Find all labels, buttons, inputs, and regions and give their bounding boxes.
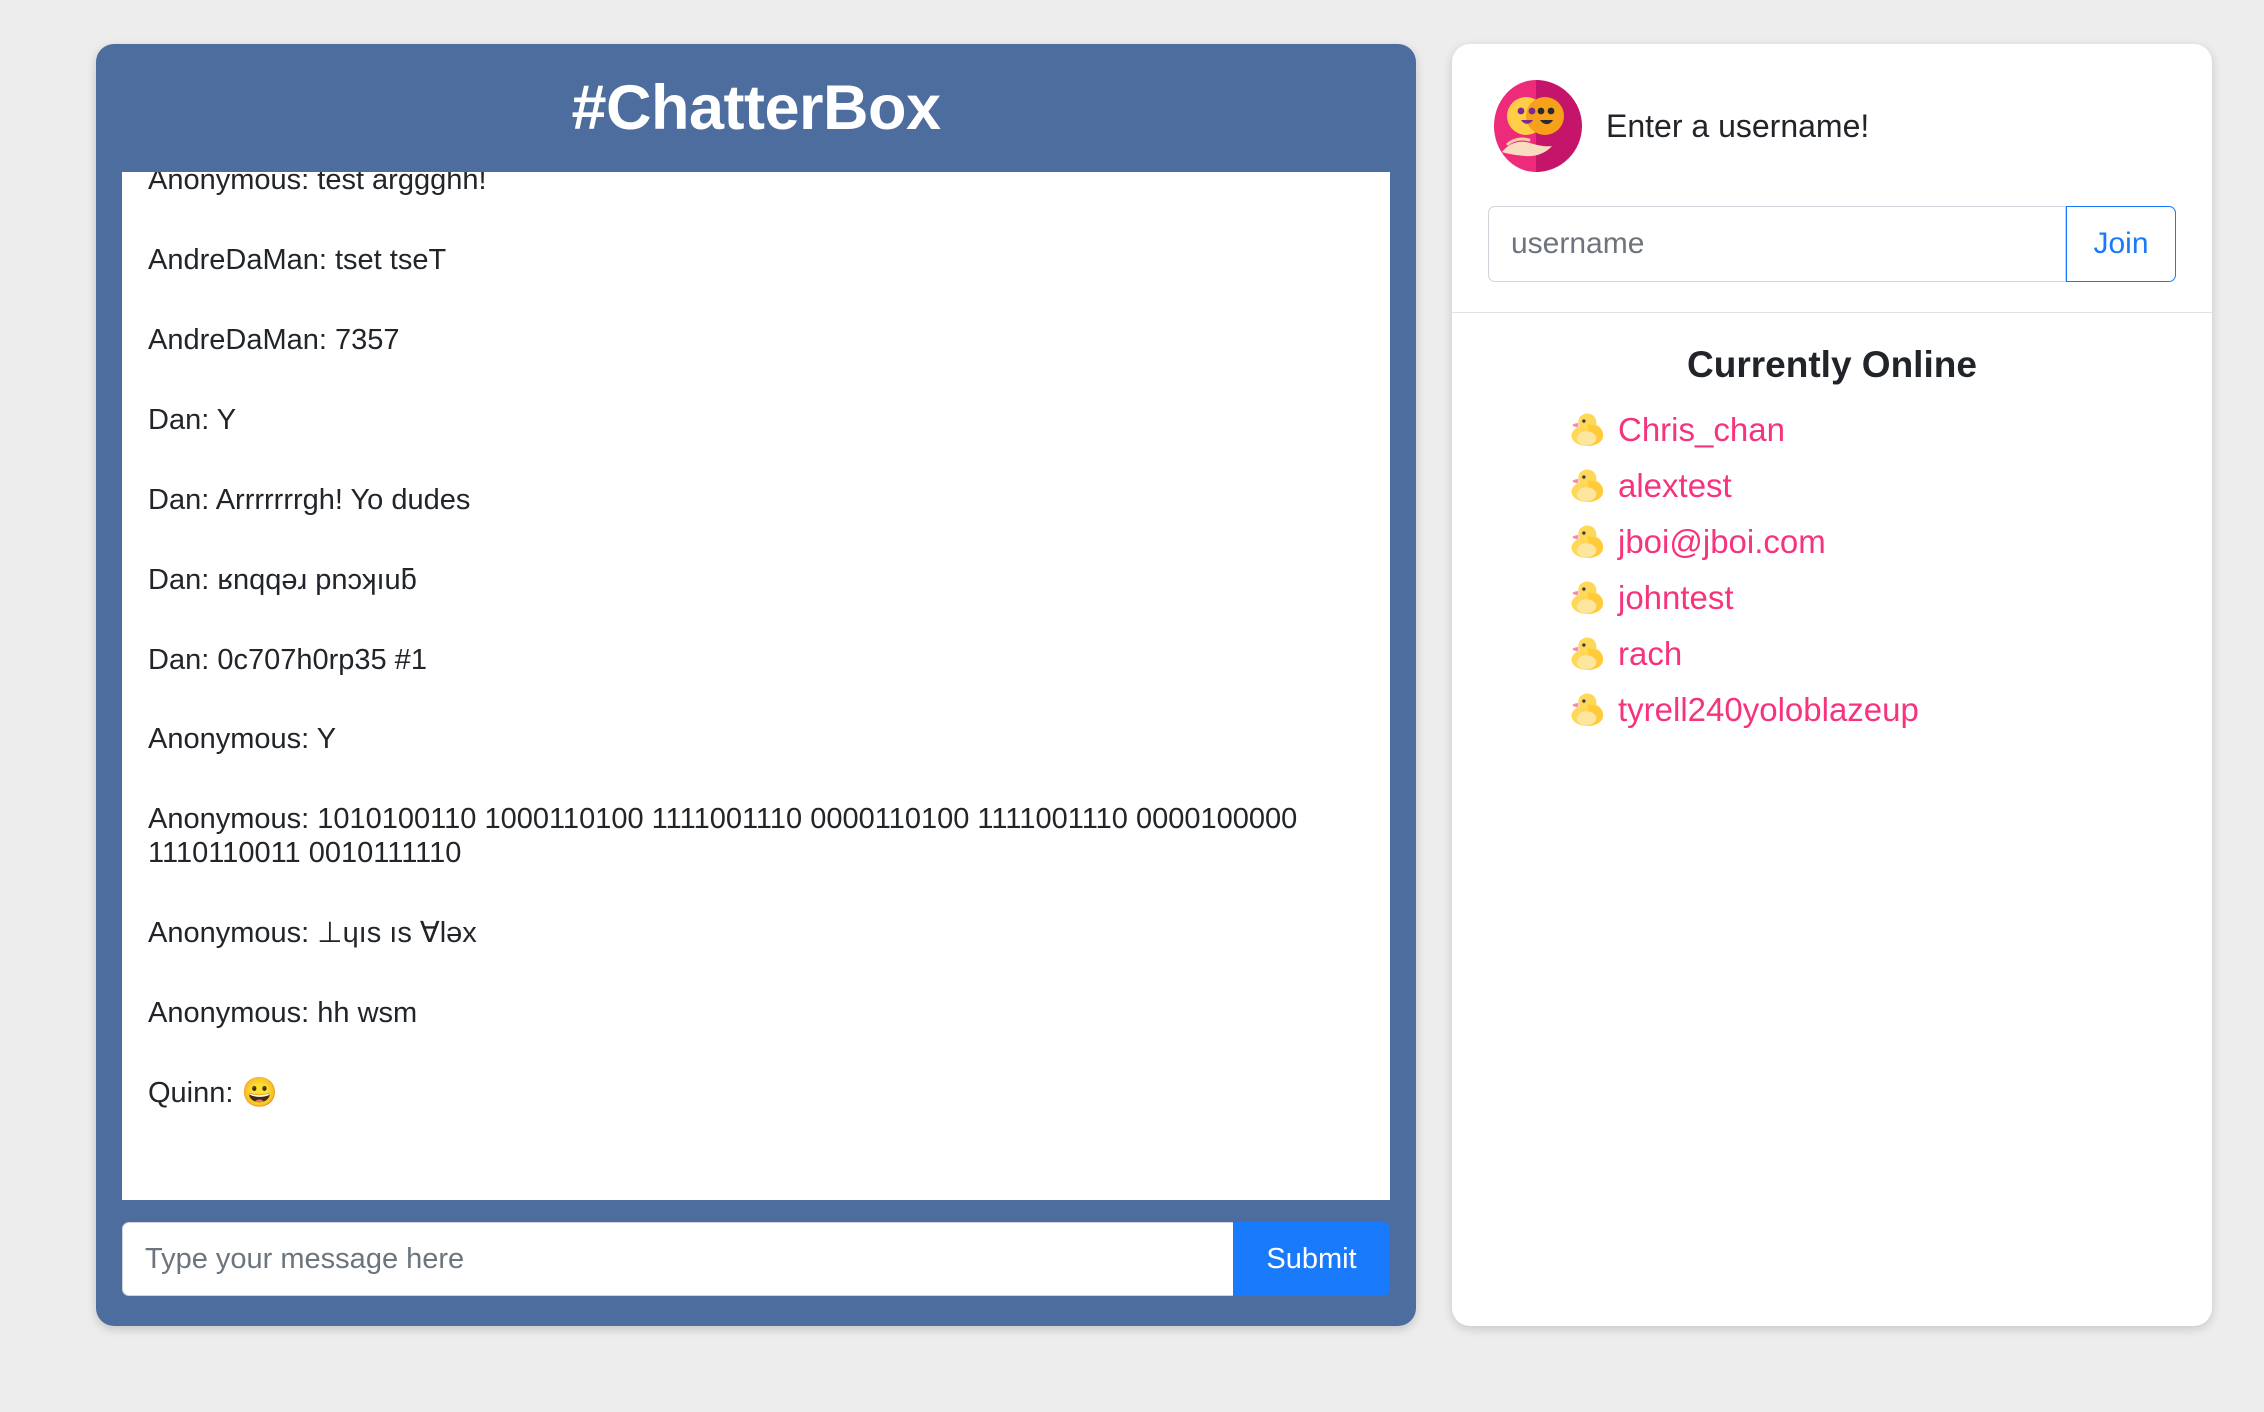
username-prompt-label: Enter a username! [1606, 107, 1870, 144]
submit-button[interactable]: Submit [1233, 1222, 1390, 1296]
duck-icon [1566, 408, 1610, 452]
duck-icon [1566, 520, 1610, 564]
chat-application: #ChatterBox Anonymous: test arggghh! Andr… [0, 0, 2264, 1412]
chat-message: Anonymous: 1010100110 1000110100 1111001… [148, 803, 1298, 870]
chat-message: Dan: Y [148, 403, 237, 436]
chat-message: Anonymous: Y [148, 723, 337, 756]
page-title: #ChatterBox [571, 72, 941, 143]
chat-message: Anonymous: test arggghh! [148, 172, 487, 196]
duck-icon [1566, 688, 1610, 732]
chat-message: Anonymous: hh wsm [148, 997, 418, 1030]
message-list-container[interactable]: Anonymous: test arggghh! AndreDaMan: tset… [122, 172, 1390, 1200]
online-user-name: alextest [1618, 466, 1732, 504]
online-user-item[interactable]: jboi@jboi.com [1566, 520, 2176, 564]
chat-panel: #ChatterBox Anonymous: test arggghh! Andr… [96, 44, 1416, 1326]
chat-message: AndreDaMan: tset tseT [148, 243, 447, 276]
join-form: Join [1488, 206, 2176, 282]
username-prompt-row: Enter a username! [1488, 78, 2176, 174]
online-user-list: Chris_chan alextest jboi@jboi.com johnte… [1488, 408, 2176, 732]
message-list: Anonymous: test arggghh! AndreDaMan: tset… [122, 172, 1390, 1200]
online-user-item[interactable]: rach [1566, 632, 2176, 676]
online-user-item[interactable]: tyrell240yoloblazeup [1566, 688, 2176, 732]
chat-message: Dan: ʁnqqǝɹ pnɔʞıuƃ [148, 563, 417, 596]
chat-message: Quinn: 😀 [148, 1077, 278, 1110]
online-user-name: Chris_chan [1618, 410, 1785, 448]
duck-icon [1566, 464, 1610, 508]
join-button[interactable]: Join [2066, 206, 2176, 282]
online-user-name: rach [1618, 634, 1683, 672]
chat-message: Anonymous: ⊥ɥıs ıs ∀ləx [148, 917, 477, 950]
message-input[interactable] [122, 1222, 1233, 1296]
online-user-item[interactable]: Chris_chan [1566, 408, 2176, 452]
online-user-name: johntest [1618, 578, 1734, 616]
two-smiling-faces-in-hand-icon [1488, 78, 1584, 174]
online-user-item[interactable]: johntest [1566, 576, 2176, 620]
duck-icon [1566, 632, 1610, 676]
online-user-item[interactable]: alextest [1566, 464, 2176, 508]
online-user-name: jboi@jboi.com [1618, 522, 1826, 560]
message-composer: Submit [96, 1200, 1416, 1326]
user-sidebar-panel: Enter a username! Join Currently Online … [1452, 44, 2212, 1326]
chat-message: Dan: Arrrrrrrgh! Yo dudes [148, 483, 471, 516]
duck-icon [1566, 576, 1610, 620]
sidebar-divider [1452, 312, 2212, 313]
username-input[interactable] [1488, 206, 2066, 282]
chat-header: #ChatterBox [96, 44, 1416, 172]
chat-message: AndreDaMan: 7357 [148, 323, 400, 356]
currently-online-heading: Currently Online [1687, 343, 1977, 385]
online-user-name: tyrell240yoloblazeup [1618, 690, 1919, 728]
chat-message: Dan: 0c707h0rp35 #1 [148, 643, 427, 676]
